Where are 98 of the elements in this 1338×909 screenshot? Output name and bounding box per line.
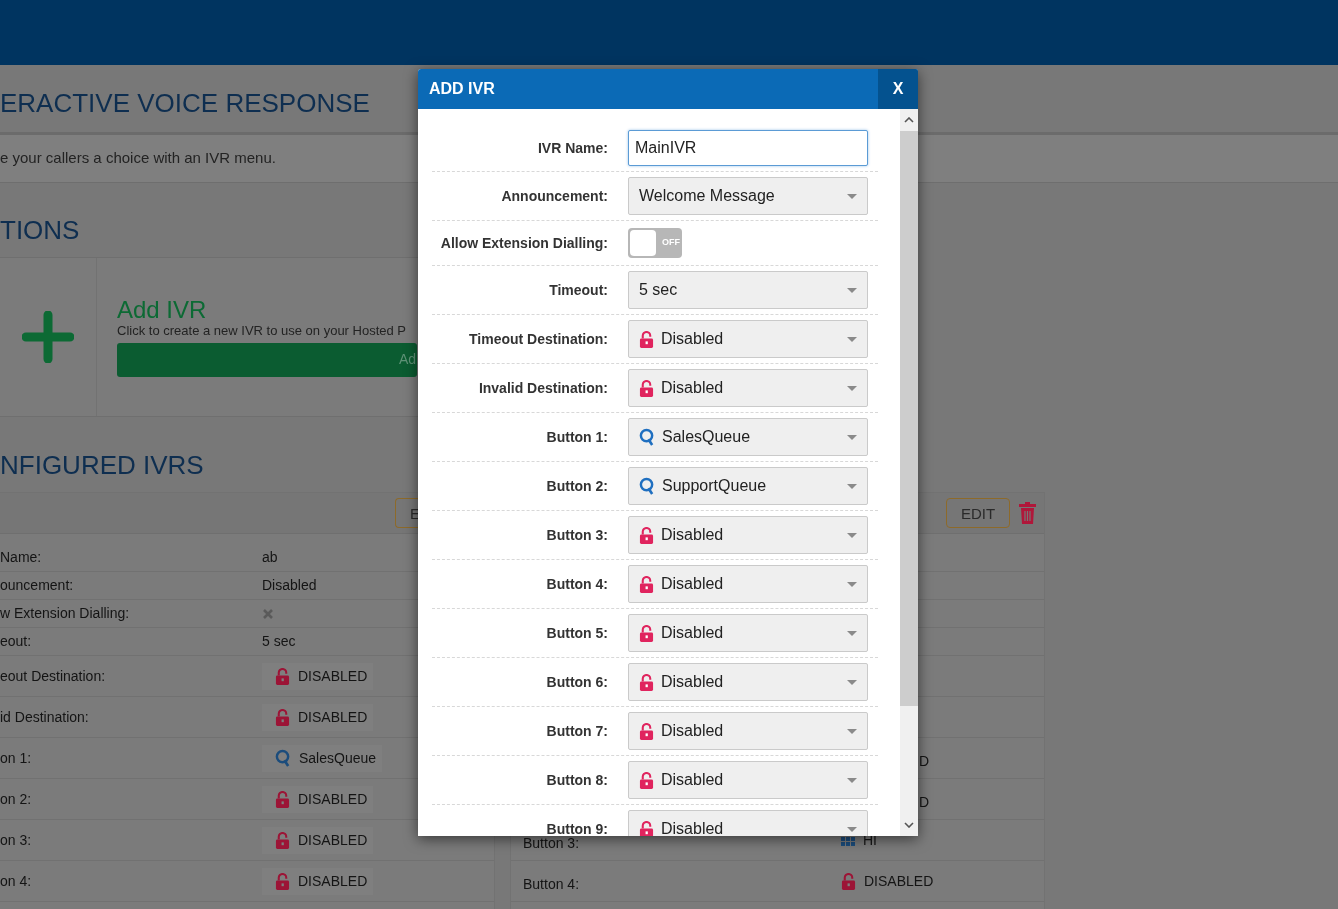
field-label: Button 3: bbox=[523, 834, 580, 853]
caret-icon bbox=[847, 434, 857, 440]
lock-icon bbox=[275, 831, 290, 849]
caret-icon bbox=[847, 483, 857, 489]
field-label: Button 4: bbox=[523, 875, 580, 894]
destination-value: DISABLED bbox=[298, 871, 368, 891]
dropdown[interactable]: Welcome Message bbox=[628, 177, 868, 215]
lock-icon bbox=[639, 820, 654, 836]
field-label: on 4: bbox=[0, 871, 32, 891]
field-label: Button 9: bbox=[545, 819, 608, 836]
field-label: Button 8: bbox=[545, 770, 608, 790]
card-description: Click to create a new IVR to use on your Hosted P bbox=[117, 323, 408, 340]
dialog-title: ADD IVR bbox=[428, 79, 496, 99]
field-label: Button 7: bbox=[545, 721, 608, 741]
lock-icon bbox=[639, 526, 654, 544]
queue-icon bbox=[639, 477, 655, 495]
lock-icon bbox=[639, 771, 654, 789]
field-label: on 1: bbox=[0, 748, 32, 768]
field-label: Announcement: bbox=[500, 186, 608, 206]
lock-icon bbox=[639, 379, 654, 397]
lock-icon bbox=[639, 330, 654, 348]
field-label: w Extension Dialling: bbox=[0, 604, 130, 623]
section-heading: TIONS bbox=[0, 217, 80, 243]
destination-value: D bbox=[919, 752, 930, 771]
destination-value: SalesQueue bbox=[299, 748, 377, 768]
caret-icon bbox=[847, 679, 857, 685]
field-label: id Destination: bbox=[0, 707, 89, 727]
plus-icon bbox=[22, 311, 74, 363]
field-value: ab bbox=[262, 548, 278, 567]
field-label: Button 4: bbox=[545, 574, 608, 594]
section-heading: NFIGURED IVRS bbox=[0, 452, 204, 478]
dropdown[interactable]: Disabled bbox=[628, 320, 868, 358]
field-label: eout: bbox=[0, 632, 32, 651]
field-label: Name: bbox=[0, 548, 42, 567]
grid-icon bbox=[841, 834, 855, 847]
field-label: ouncement: bbox=[0, 576, 74, 595]
caret-icon bbox=[847, 336, 857, 342]
dropdown[interactable]: Disabled bbox=[628, 761, 868, 799]
caret-icon bbox=[847, 193, 857, 199]
caret-icon bbox=[847, 826, 857, 832]
scrollbar-thumb[interactable] bbox=[900, 131, 918, 706]
caret-icon bbox=[847, 287, 857, 293]
dropdown[interactable]: Disabled bbox=[628, 810, 868, 836]
field-label: on 3: bbox=[0, 830, 32, 850]
field-value: 5 sec bbox=[262, 632, 296, 651]
input-field[interactable]: MainIVR bbox=[628, 130, 868, 166]
chevron-up-icon bbox=[904, 117, 914, 123]
field-label: IVR Name: bbox=[536, 138, 608, 158]
field-label: Allow Extension Dialling: bbox=[439, 233, 608, 253]
destination-value: DISABLED bbox=[298, 707, 368, 727]
queue-icon bbox=[275, 749, 291, 767]
dropdown[interactable]: Disabled bbox=[628, 614, 868, 652]
lock-icon bbox=[639, 575, 654, 593]
caret-icon bbox=[847, 630, 857, 636]
destination-value: DISABLED bbox=[298, 830, 368, 850]
destination-value: D bbox=[919, 793, 930, 812]
intro-text: e your callers a choice with an IVR menu. bbox=[0, 148, 276, 169]
field-label: Button 6: bbox=[545, 672, 608, 692]
caret-icon bbox=[847, 532, 857, 538]
field-label: Button 2: bbox=[545, 476, 608, 496]
lock-icon bbox=[639, 722, 654, 740]
field-label: Invalid Destination: bbox=[477, 378, 608, 398]
lock-icon bbox=[841, 873, 856, 890]
caret-icon bbox=[847, 385, 857, 391]
chevron-down-icon bbox=[904, 822, 914, 828]
field-label: Timeout Destination: bbox=[468, 329, 608, 349]
card-title: Add IVR bbox=[117, 298, 208, 322]
field-label: Button 3: bbox=[545, 525, 608, 545]
field-label: Button 1: bbox=[545, 427, 608, 447]
lock-icon bbox=[639, 673, 654, 691]
caret-icon bbox=[847, 777, 857, 783]
dropdown[interactable]: SalesQueue bbox=[628, 418, 868, 456]
destination-value: DISABLED bbox=[298, 666, 368, 686]
field-label: on 2: bbox=[0, 789, 32, 809]
dropdown[interactable]: Disabled bbox=[628, 565, 868, 603]
trash-icon[interactable] bbox=[1019, 502, 1037, 524]
dropdown[interactable]: Disabled bbox=[628, 516, 868, 554]
field-label: eout Destination: bbox=[0, 666, 106, 686]
lock-icon bbox=[639, 624, 654, 642]
queue-icon bbox=[639, 428, 655, 446]
lock-icon bbox=[275, 667, 290, 685]
caret-icon bbox=[847, 728, 857, 734]
caret-icon bbox=[847, 581, 857, 587]
dropdown[interactable]: 5 sec bbox=[628, 271, 868, 309]
field-label: Button 5: bbox=[545, 623, 608, 643]
field-label: Timeout: bbox=[548, 280, 608, 300]
page-title: ERACTIVE VOICE RESPONSE bbox=[0, 90, 370, 116]
dropdown[interactable]: Disabled bbox=[628, 369, 868, 407]
lock-icon bbox=[275, 708, 290, 726]
dropdown[interactable]: Disabled bbox=[628, 663, 868, 701]
lock-icon bbox=[275, 790, 290, 808]
field-value: Disabled bbox=[262, 576, 317, 595]
dropdown[interactable]: Disabled bbox=[628, 712, 868, 750]
lock-icon bbox=[275, 872, 290, 890]
close-button[interactable]: X bbox=[878, 69, 918, 109]
destination-value: DISABLED bbox=[298, 789, 368, 809]
destination-value: DISABLED bbox=[864, 872, 934, 891]
dropdown[interactable]: SupportQueue bbox=[628, 467, 868, 505]
